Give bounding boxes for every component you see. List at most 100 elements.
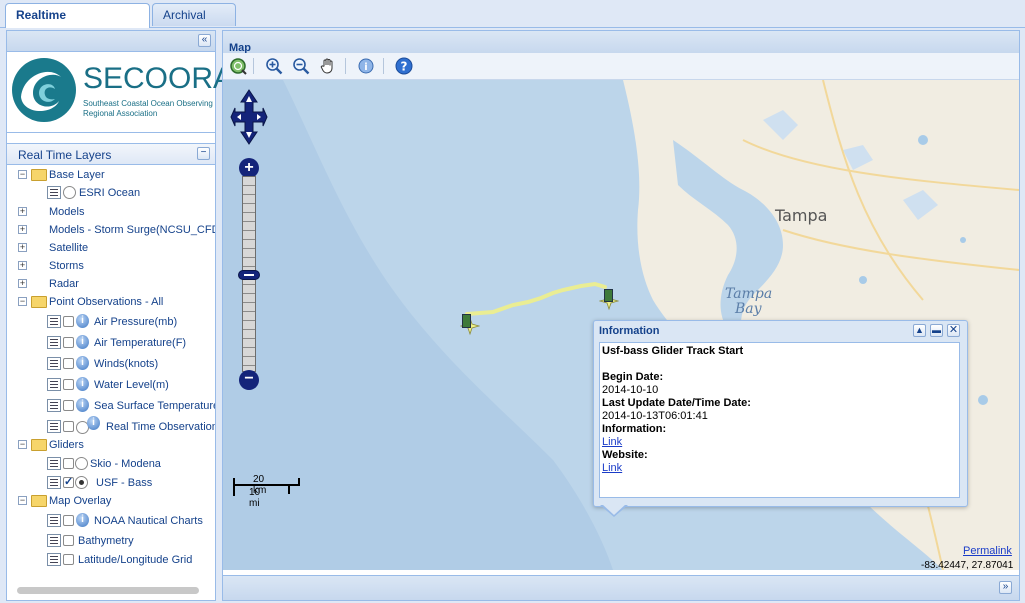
last-update-label: Last Update Date/Time Date: (602, 397, 751, 409)
map-panel: Map i ? Tampa Tampa Bay + − 20 km 10 mi … (222, 30, 1020, 601)
expand-toggle-icon[interactable]: + (18, 207, 27, 216)
horizontal-scrollbar[interactable] (17, 587, 199, 594)
legend-icon[interactable] (47, 315, 61, 328)
collapse-toggle-icon[interactable]: − (18, 440, 27, 449)
folder-icon (31, 439, 47, 451)
toolbar-separator (383, 58, 384, 74)
toolbar-separator (253, 58, 254, 74)
glider-flag-icon (604, 289, 613, 302)
west-panel: « SECOORA Southeast Coastal Ocean Observ… (6, 30, 233, 601)
info-icon[interactable]: i (76, 356, 89, 370)
layer-checkbox[interactable] (63, 337, 74, 348)
layer-checkbox[interactable] (63, 379, 74, 390)
layer-radio[interactable] (63, 186, 76, 199)
begin-date-label: Begin Date: (602, 371, 664, 383)
layers-panel-title: Real Time Layers (18, 148, 112, 162)
legend-icon[interactable] (47, 457, 61, 470)
expand-toggle-icon[interactable]: + (18, 243, 27, 252)
layer-tree: − Base Layer ESRI Ocean + Models + Model… (18, 169, 215, 566)
logo-name: SECOORA (83, 62, 234, 95)
legend-icon[interactable] (47, 514, 61, 527)
layer-checkbox[interactable] (63, 316, 74, 327)
zoom-out-icon[interactable] (292, 57, 310, 75)
expand-toggle-icon[interactable]: + (18, 279, 27, 288)
svg-text:?: ? (401, 60, 408, 74)
logo-subtitle-1: Southeast Coastal Ocean Observing (83, 99, 213, 108)
toolbar-separator (345, 58, 346, 74)
layer-checkbox[interactable] (63, 554, 74, 565)
logo-subtitle-2: Regional Association (83, 109, 158, 118)
layer-checkbox[interactable] (63, 358, 74, 369)
last-update-value: 2014-10-13T06:01:41 (602, 410, 708, 422)
pan-hand-icon[interactable] (319, 57, 337, 75)
legend-icon[interactable] (47, 476, 61, 489)
zoom-extent-icon[interactable] (229, 57, 247, 75)
tab-realtime-observations[interactable]: Realtime Observations (5, 3, 150, 45)
layer-checkbox[interactable] (63, 421, 74, 432)
svg-text:i: i (364, 62, 367, 73)
info-icon[interactable]: i (87, 416, 100, 430)
layer-checkbox[interactable] (63, 515, 74, 526)
map-label-tampa-bay-2: Bay (735, 301, 762, 317)
tab-archival-data[interactable]: Archival Data (152, 3, 236, 45)
collapse-left-icon[interactable]: « (198, 34, 211, 47)
info-popup[interactable]: Information ▲ ▬ ✕ Usf-bass Glider Track … (593, 320, 968, 517)
map-canvas[interactable]: Tampa Tampa Bay + − 20 km 10 mi Permalin… (223, 80, 1019, 570)
zoom-in-icon[interactable] (265, 57, 283, 75)
popup-heading: Usf-bass Glider Track Start (602, 345, 744, 357)
collapse-layers-icon[interactable]: − (197, 147, 210, 160)
info-icon[interactable]: i (76, 398, 89, 412)
tab-bar: Realtime Observations Archival Data (0, 0, 1025, 45)
map-label-tampa-bay-1: Tampa (725, 286, 773, 302)
popup-pointer (600, 504, 628, 517)
information-label: Information: (602, 423, 667, 435)
pan-control-icon[interactable] (229, 88, 269, 146)
west-panel-header: « (7, 31, 215, 52)
identify-info-icon[interactable]: i (357, 57, 375, 75)
legend-icon[interactable] (47, 399, 61, 412)
south-panel-bar: » (223, 575, 1019, 600)
legend-icon[interactable] (47, 378, 61, 391)
popup-close-icon[interactable]: ✕ (947, 324, 960, 337)
layer-checkbox[interactable] (63, 400, 74, 411)
collapse-toggle-icon[interactable]: − (18, 170, 27, 179)
collapse-toggle-icon[interactable]: − (18, 496, 27, 505)
info-icon[interactable]: i (76, 377, 89, 391)
wave-logo-icon (12, 58, 76, 122)
legend-icon[interactable] (47, 357, 61, 370)
info-icon[interactable]: i (76, 335, 89, 349)
popup-collapse-icon[interactable]: ▲ (913, 324, 926, 337)
expand-toggle-icon[interactable]: + (18, 225, 27, 234)
legend-icon[interactable] (47, 420, 61, 433)
website-link[interactable]: Link (600, 462, 622, 474)
layer-checkbox[interactable] (63, 458, 74, 469)
begin-date-value: 2014-10-10 (602, 384, 659, 396)
scale-mi: 10 mi (249, 487, 261, 509)
checked-checkbox-icon[interactable]: ✓ (63, 477, 74, 488)
permalink-link[interactable]: Permalink (963, 545, 1012, 557)
legend-icon[interactable] (47, 553, 61, 566)
expand-bottom-icon[interactable]: » (999, 581, 1012, 594)
legend-icon[interactable] (47, 534, 61, 547)
zoom-slider-handle[interactable] (238, 270, 260, 280)
glider-flag-icon (462, 314, 471, 328)
layer-radio[interactable] (75, 457, 88, 470)
zoom-in-button[interactable]: + (239, 158, 259, 178)
popup-body: Usf-bass Glider Track Start Begin Date: … (599, 342, 960, 498)
website-label: Website: (602, 449, 648, 461)
layer-radio-selected[interactable] (75, 476, 88, 489)
popup-pin-icon[interactable]: ▬ (930, 324, 943, 337)
mouse-coordinates: -83.42447, 27.87041 (921, 560, 1014, 570)
zoom-out-button[interactable]: − (239, 370, 259, 390)
information-link[interactable]: Link (600, 436, 622, 448)
map-panel-header: Map (223, 31, 1019, 54)
legend-icon[interactable] (47, 336, 61, 349)
legend-icon[interactable] (47, 186, 61, 199)
collapse-toggle-icon[interactable]: − (18, 297, 27, 306)
info-icon[interactable]: i (76, 314, 89, 328)
info-icon[interactable]: i (76, 513, 89, 527)
expand-toggle-icon[interactable]: + (18, 261, 27, 270)
zoom-slider[interactable]: + − (238, 158, 260, 390)
help-icon[interactable]: ? (395, 57, 413, 75)
layer-checkbox[interactable] (63, 535, 74, 546)
